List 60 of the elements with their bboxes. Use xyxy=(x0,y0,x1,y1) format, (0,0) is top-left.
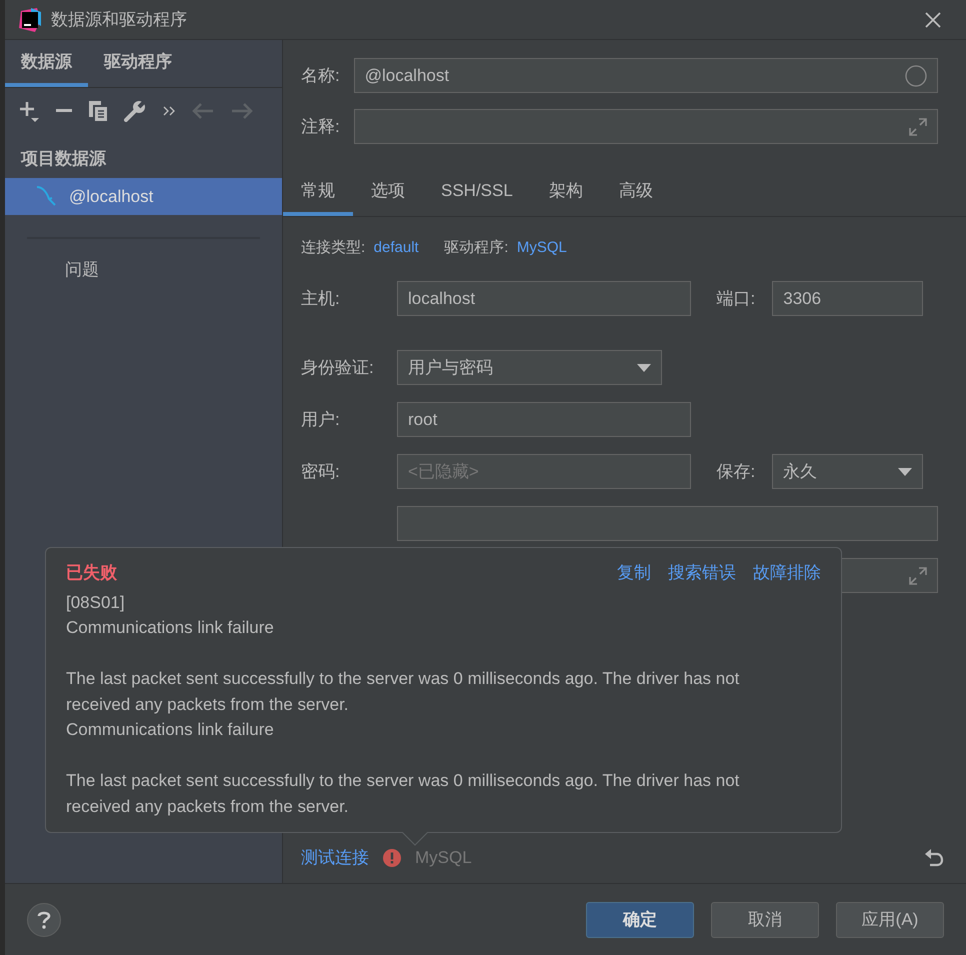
problems-item[interactable]: 问题 xyxy=(65,260,99,279)
add-icon[interactable] xyxy=(19,100,39,122)
app-logo-icon xyxy=(19,8,41,32)
test-connection-link[interactable]: 测试连接 xyxy=(301,845,369,871)
error-message: The last packet sent successfully to the server was 0 milliseconds ago. The driver has not received any packets from the server. xyxy=(66,770,740,818)
dialog-button[interactable]: 确定 xyxy=(586,902,694,938)
field-label: 用户: xyxy=(301,408,341,431)
dropdown-caret-icon xyxy=(637,364,651,372)
dropdown-caret-icon xyxy=(898,468,912,476)
error-message: Communications link failure xyxy=(66,617,275,640)
error-title: 已失败 xyxy=(66,562,118,584)
error-message: Communications link failure xyxy=(66,719,275,742)
settings-tab[interactable]: 常规 xyxy=(283,170,353,216)
input-field[interactable]: localhost xyxy=(397,281,691,316)
sidebar-tab[interactable]: 驱动程序 xyxy=(88,40,188,87)
more-icon[interactable] xyxy=(163,106,175,116)
field-label: 端口: xyxy=(716,288,756,310)
driver-link[interactable]: MySQL xyxy=(516,236,567,259)
window-title: 数据源和驱动程序 xyxy=(51,8,188,31)
action-link[interactable]: 搜索错误 xyxy=(668,560,736,586)
comment-field[interactable] xyxy=(354,109,938,144)
field-label: 身份验证: xyxy=(301,356,375,379)
field-label: 连接类型: xyxy=(301,238,366,258)
action-link[interactable]: 故障排除 xyxy=(753,560,821,586)
copy-icon[interactable] xyxy=(89,101,107,121)
undo-icon[interactable] xyxy=(924,849,944,867)
dialog-button[interactable]: 取消 xyxy=(711,902,819,938)
field-label: 注释: xyxy=(301,116,340,138)
expand-icon[interactable] xyxy=(909,566,927,584)
wrench-icon[interactable] xyxy=(124,100,146,122)
settings-tab[interactable]: SSH/SSL xyxy=(423,170,531,216)
expand-icon[interactable] xyxy=(909,118,927,136)
field-label: 保存: xyxy=(716,460,756,483)
settings-tab[interactable]: 架构 xyxy=(530,170,601,216)
connection-type-link[interactable]: default xyxy=(374,236,419,259)
dropdown[interactable]: 用户与密码 xyxy=(397,350,662,385)
dialog-button[interactable]: 应用(A) xyxy=(836,902,944,938)
input-field[interactable]: 3306 xyxy=(772,281,924,316)
dropdown[interactable]: 永久 xyxy=(772,454,924,489)
settings-tab[interactable]: 选项 xyxy=(353,170,423,216)
error-icon xyxy=(383,849,401,867)
section-heading: 项目数据源 xyxy=(20,148,108,170)
error-message: The last packet sent successfully to the server was 0 milliseconds ago. The driver has not received any packets from the server. xyxy=(66,668,740,716)
data-source-item[interactable]: @localhost xyxy=(5,178,282,215)
input-field[interactable] xyxy=(397,506,938,541)
field-label: 主机: xyxy=(301,288,341,310)
question-icon xyxy=(37,910,51,928)
error-message: [08S01] xyxy=(66,592,126,614)
remove-icon[interactable] xyxy=(56,109,72,113)
sidebar-tab[interactable]: 数据源 xyxy=(5,40,88,87)
field-label: 驱动程序: xyxy=(444,238,508,258)
field-label: 密码: xyxy=(301,460,341,483)
input-field[interactable]: root xyxy=(397,402,691,437)
field-label: 名称: xyxy=(301,64,340,87)
circle-icon xyxy=(905,64,927,86)
settings-tab[interactable]: 高级 xyxy=(600,170,671,216)
name-field[interactable]: @localhost xyxy=(354,58,938,93)
driver-status: MySQL xyxy=(415,847,473,870)
help-button[interactable] xyxy=(27,902,61,936)
action-link[interactable]: 复制 xyxy=(617,560,651,586)
